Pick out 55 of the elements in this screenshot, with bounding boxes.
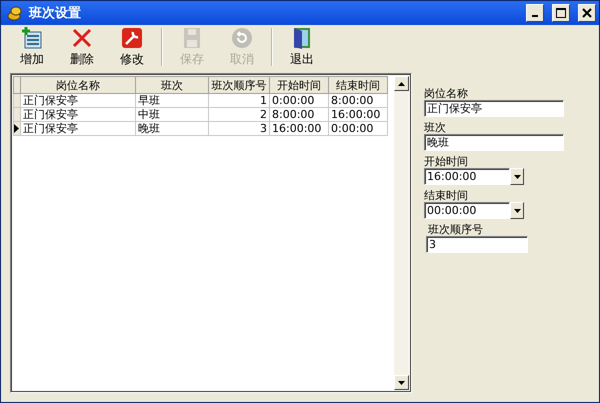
minimize-button[interactable] xyxy=(526,4,544,22)
table-cell: 2 xyxy=(208,108,270,122)
close-icon xyxy=(582,8,592,18)
down-arrow-icon xyxy=(514,174,520,178)
table-cell: 正门保安亭 xyxy=(20,122,136,136)
field-label: 班次 xyxy=(424,121,447,134)
time-field[interactable]: 00:00:00 xyxy=(424,202,510,219)
toolbar-button[interactable]: 修改 xyxy=(107,26,157,68)
table-cell: 晚班 xyxy=(136,122,208,136)
app-icon xyxy=(7,5,23,21)
table-cell: 16:00:00 xyxy=(270,122,328,136)
field-label: 班次顺序号 xyxy=(428,223,484,236)
maximize-button[interactable] xyxy=(552,4,570,22)
scroll-up-button[interactable] xyxy=(394,76,409,91)
toolbar-button[interactable]: 退出 xyxy=(277,26,327,68)
column-header[interactable]: 班次顺序号 xyxy=(208,76,270,94)
table-cell: 8:00:00 xyxy=(270,108,328,122)
table-cell: 3 xyxy=(208,122,270,136)
table-cell: 早班 xyxy=(136,94,208,108)
column-header[interactable]: 结束时间 xyxy=(328,76,388,94)
close-button[interactable] xyxy=(578,4,596,22)
down-arrow-icon xyxy=(398,380,405,384)
column-header[interactable]: 开始时间 xyxy=(270,76,328,94)
scrollbar[interactable] xyxy=(394,76,409,390)
field-label: 岗位名称 xyxy=(424,87,469,100)
window-title: 班次设置 xyxy=(29,5,82,22)
column-header[interactable]: 岗位名称 xyxy=(20,76,136,94)
cancel-icon xyxy=(230,26,254,50)
down-arrow-icon xyxy=(514,208,520,212)
edit-icon xyxy=(120,26,144,50)
add-icon xyxy=(20,26,44,50)
up-arrow-icon xyxy=(398,82,405,86)
table-cell: 16:00:00 xyxy=(328,108,388,122)
input-field[interactable]: 3 xyxy=(426,236,528,253)
time-field[interactable]: 16:00:00 xyxy=(424,168,510,185)
table-cell: 正门保安亭 xyxy=(20,94,136,108)
table-cell: 0:00:00 xyxy=(270,94,328,108)
toolbar-button[interactable]: 增加 xyxy=(7,26,57,68)
current-row-icon xyxy=(14,124,19,133)
input-field[interactable]: 正门保安亭 xyxy=(424,100,564,117)
table-cell: 中班 xyxy=(136,108,208,122)
dropdown-button[interactable] xyxy=(510,168,524,185)
table-cell: 1 xyxy=(208,94,270,108)
dropdown-button[interactable] xyxy=(510,202,524,219)
maximize-icon xyxy=(556,8,566,18)
delete-icon xyxy=(70,26,94,50)
table-cell: 正门保安亭 xyxy=(20,108,136,122)
field-label: 结束时间 xyxy=(424,189,469,202)
table-cell: 0:00:00 xyxy=(328,122,388,136)
table-cell: 8:00:00 xyxy=(328,94,388,108)
input-field[interactable]: 晚班 xyxy=(424,134,564,151)
column-header[interactable]: 班次 xyxy=(136,76,208,94)
field-label: 开始时间 xyxy=(424,155,469,168)
scroll-down-button[interactable] xyxy=(394,375,409,390)
toolbar-button[interactable]: 删除 xyxy=(57,26,107,68)
